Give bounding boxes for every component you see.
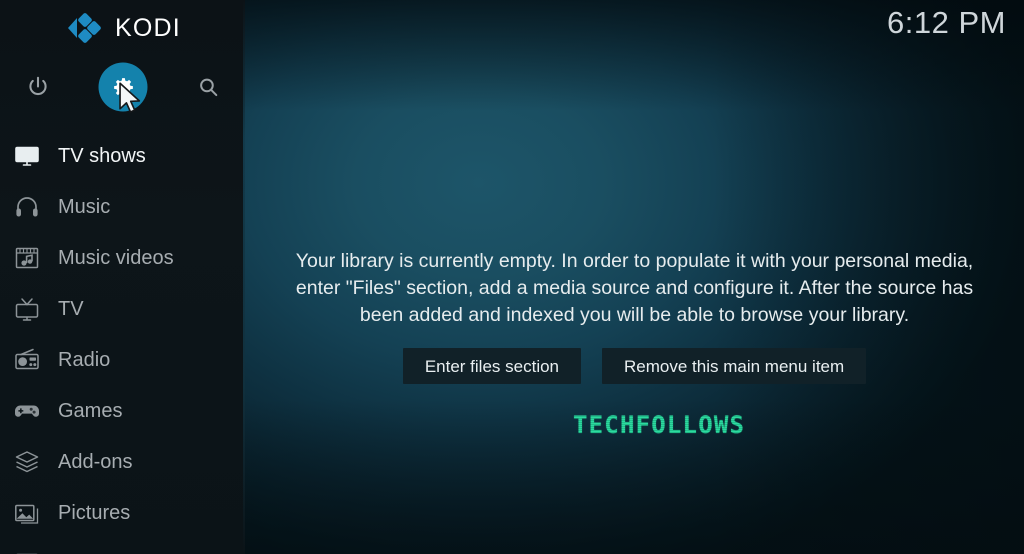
sidebar: KODI TV shows Music Music videos TV Radi…: [0, 0, 245, 554]
sidebar-item-pictures[interactable]: Pictures: [0, 487, 245, 538]
search-icon: [199, 78, 217, 96]
sidebar-item-music-videos[interactable]: Music videos: [0, 232, 245, 283]
empty-library-message: Your library is currently empty. In orde…: [295, 250, 974, 326]
main-content: Your library is currently empty. In orde…: [245, 0, 1024, 554]
kodi-logo-icon: [68, 13, 101, 43]
enter-files-section-button[interactable]: Enter files section: [402, 348, 582, 384]
kodi-logo: KODI: [0, 6, 245, 50]
sidebar-item-games[interactable]: Games: [0, 385, 245, 436]
kodi-home-screen: KODI TV shows Music Music videos TV Radi…: [0, 0, 1024, 554]
sidebar-item-videos[interactable]: Videos: [0, 538, 245, 554]
settings-button[interactable]: [96, 60, 150, 114]
sidebar-item-label: Radio: [58, 348, 111, 371]
search-button[interactable]: [181, 60, 235, 114]
sidebar-item-radio[interactable]: Radio: [0, 334, 245, 385]
power-icon: [29, 76, 47, 96]
sidebar-item-add-ons[interactable]: Add-ons: [0, 436, 245, 487]
sidebar-item-label: Add-ons: [58, 450, 133, 473]
sidebar-item-music[interactable]: Music: [0, 181, 245, 232]
action-buttons: Enter files section Remove this main men…: [402, 348, 867, 384]
power-button[interactable]: [11, 60, 65, 114]
headphones-icon: [12, 192, 42, 222]
sidebar-item-label: TV shows: [58, 144, 146, 167]
sidebar-item-label: Games: [58, 399, 123, 422]
sidebar-item-label: Music: [58, 195, 111, 218]
sidebar-top-actions: [0, 60, 245, 114]
clock: 6:12 PM: [887, 5, 1006, 40]
box-icon: [12, 447, 42, 477]
television-icon: [12, 294, 42, 324]
sidebar-menu: TV shows Music Music videos TV Radio Gam…: [0, 130, 245, 554]
sidebar-item-tv[interactable]: TV: [0, 283, 245, 334]
radio-icon: [12, 345, 42, 375]
gamepad-icon: [12, 396, 42, 426]
watermark: TECHFOLLOWS: [573, 411, 746, 439]
sidebar-item-label: Music videos: [58, 246, 174, 269]
sidebar-item-label: TV: [58, 297, 84, 320]
film-note-icon: [12, 243, 42, 273]
sidebar-item-label: Pictures: [58, 501, 131, 524]
tv-monitor-icon: [12, 141, 42, 171]
gear-icon: [113, 77, 133, 97]
sidebar-item-tv-shows[interactable]: TV shows: [0, 130, 245, 181]
kodi-wordmark: KODI: [115, 13, 181, 42]
picture-icon: [12, 498, 42, 528]
film-strip-icon: [12, 549, 42, 554]
remove-main-menu-item-button[interactable]: Remove this main menu item: [602, 348, 867, 384]
